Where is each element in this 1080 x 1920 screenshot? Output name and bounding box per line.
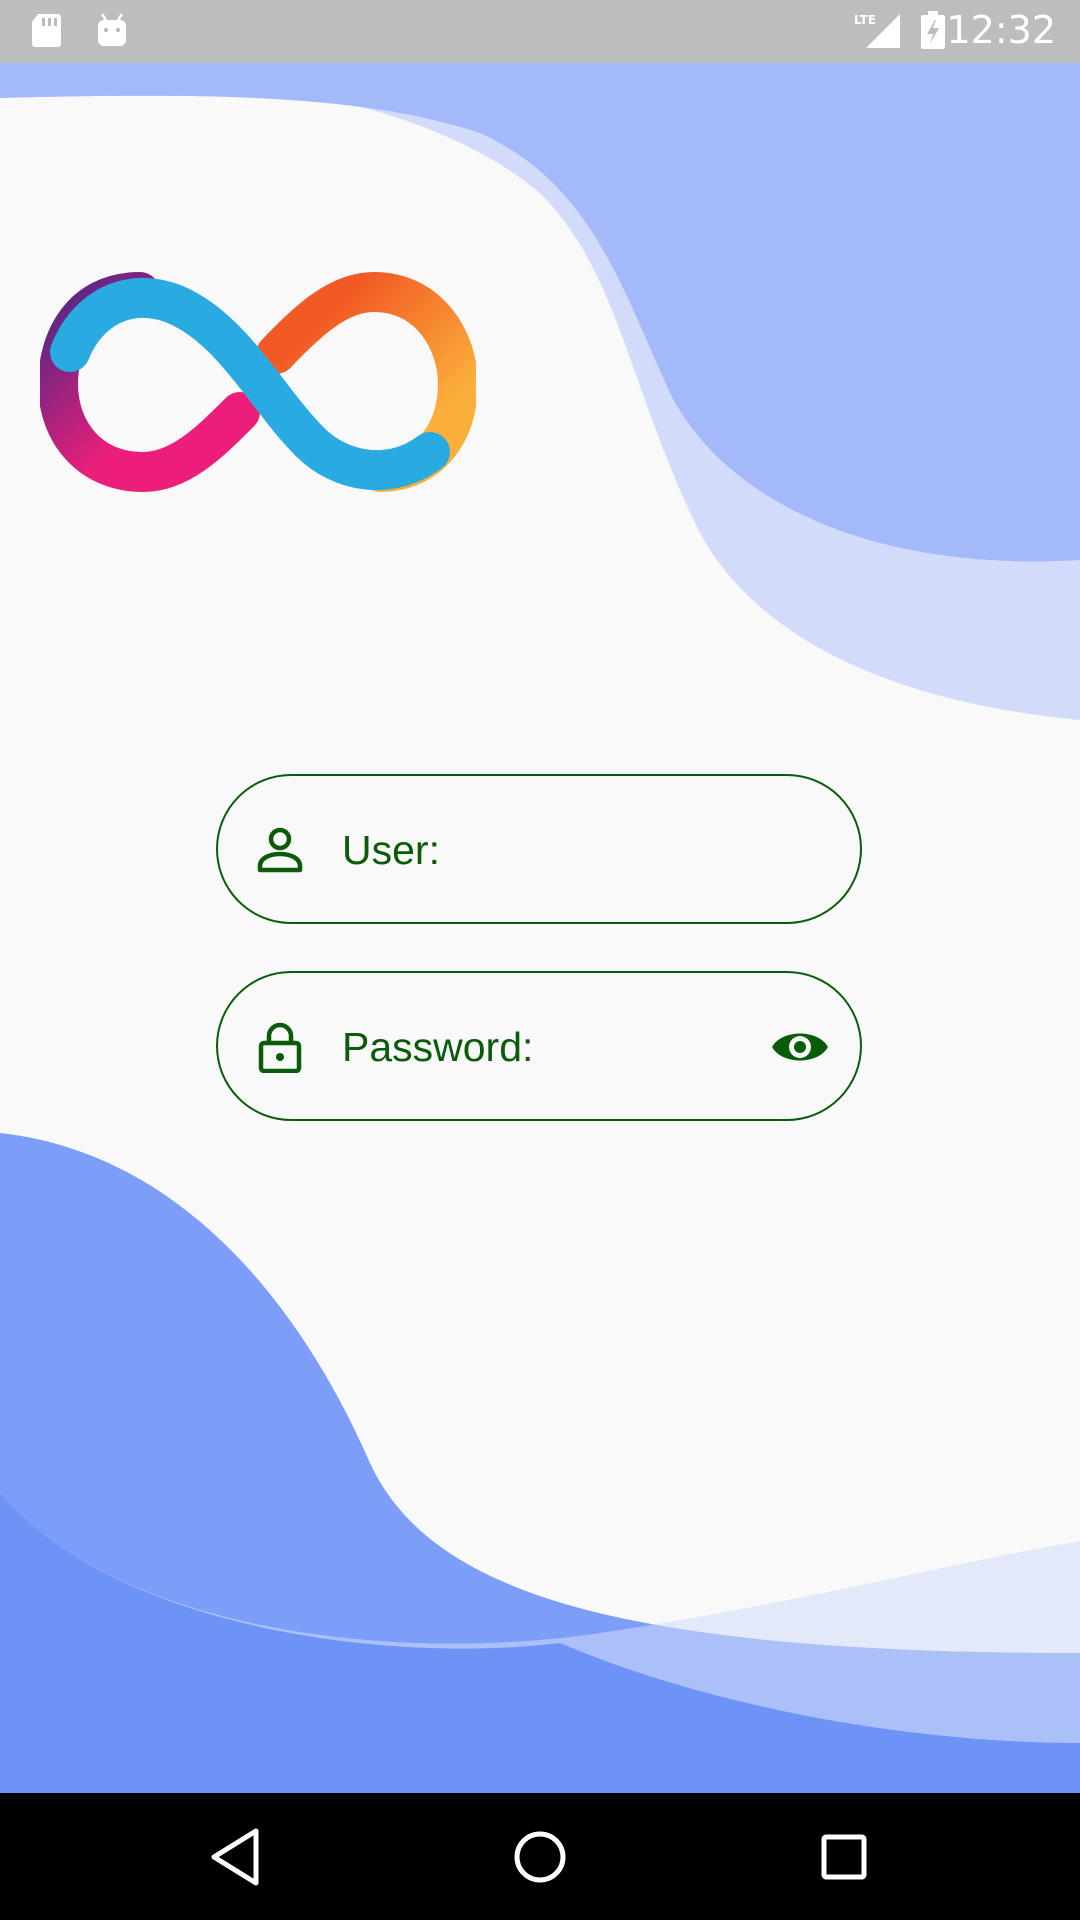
sd-card-icon bbox=[32, 14, 61, 47]
battery-charging-icon bbox=[921, 11, 945, 49]
lte-signal-icon: LTE bbox=[854, 13, 900, 48]
password-field[interactable]: Password: bbox=[216, 971, 862, 1121]
user-field[interactable]: User: bbox=[216, 774, 862, 924]
password-field-label: Password: bbox=[342, 1024, 534, 1070]
back-icon[interactable] bbox=[202, 1823, 270, 1891]
svg-text:LTE: LTE bbox=[854, 13, 876, 27]
android-icon bbox=[98, 13, 126, 46]
clock: 12:32 bbox=[946, 8, 1056, 52]
status-bar: LTE 12:32 bbox=[0, 0, 1080, 63]
person-icon bbox=[257, 827, 303, 873]
eye-icon[interactable] bbox=[770, 1019, 830, 1075]
user-field-label: User: bbox=[342, 827, 440, 873]
infinity-logo-icon bbox=[40, 272, 476, 493]
home-icon[interactable] bbox=[506, 1823, 574, 1891]
recents-icon[interactable] bbox=[810, 1823, 878, 1891]
lock-icon bbox=[258, 1022, 302, 1073]
navigation-bar bbox=[0, 1793, 1080, 1920]
